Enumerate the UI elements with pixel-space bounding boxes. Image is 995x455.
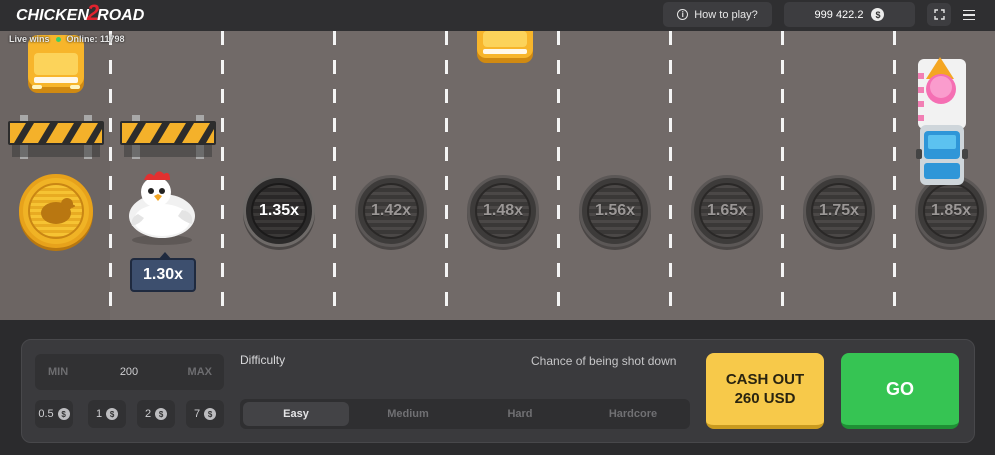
- chip-value: 7: [193, 408, 201, 420]
- bet-amount-input[interactable]: MIN 200 MAX: [35, 354, 224, 390]
- balance-display: 999 422.2 $: [784, 2, 915, 27]
- go-label: GO: [885, 378, 914, 399]
- quick-bet-chip[interactable]: 2 $: [137, 400, 175, 428]
- chip-value: 2: [144, 408, 152, 420]
- start-coin-icon: [19, 174, 93, 248]
- lane-divider: [893, 31, 896, 320]
- lane-divider: [781, 31, 784, 320]
- cash-out-button[interactable]: CASH OUT 260 USD: [706, 353, 824, 429]
- multiplier-label: 1.48x: [482, 202, 524, 219]
- dollar-coin-icon: $: [204, 408, 217, 420]
- how-to-play-button[interactable]: i How to play?: [663, 2, 772, 27]
- top-bar: CHICKEN 2 ROAD i How to play? 999 422.2 …: [0, 0, 995, 31]
- game-road: 1.30x 1.35x 1.42x 1.48x 1.56x 1.65x 1.75…: [0, 31, 995, 320]
- online-count: Online: 11798: [66, 34, 125, 44]
- online-dot-icon: [55, 36, 61, 42]
- difficulty-option-easy[interactable]: Easy: [243, 402, 349, 426]
- dollar-coin-icon: $: [155, 408, 168, 420]
- lane-divider: [109, 31, 112, 320]
- lane-divider: [557, 31, 560, 320]
- live-wins-label[interactable]: Live wins: [9, 34, 50, 44]
- quick-bet-chip[interactable]: 1 $: [88, 400, 126, 428]
- game-logo: CHICKEN 2 ROAD: [16, 0, 145, 27]
- multiplier-label: 1.56x: [594, 202, 636, 219]
- multiplier-label: 1.42x: [370, 202, 412, 219]
- lane-divider: [221, 31, 224, 320]
- manhole-step[interactable]: 1.48x: [467, 175, 539, 247]
- manhole-step[interactable]: 1.56x: [579, 175, 651, 247]
- hamburger-icon-line: [963, 14, 975, 16]
- chip-value: 1: [95, 408, 103, 420]
- logo-text-road: ROAD: [97, 7, 145, 24]
- hamburger-icon-line: [963, 18, 975, 21]
- current-multiplier-tag: 1.30x: [130, 252, 196, 292]
- quick-bet-chip[interactable]: 7 $: [186, 400, 224, 428]
- manhole-step[interactable]: 1.42x: [355, 175, 427, 247]
- dollar-coin-icon: $: [106, 408, 119, 420]
- multiplier-label: 1.85x: [930, 202, 972, 219]
- hamburger-icon-line: [963, 9, 975, 12]
- multiplier-label: 1.65x: [706, 202, 748, 219]
- info-icon: i: [677, 9, 689, 20]
- difficulty-label: Difficulty: [240, 353, 286, 367]
- multiplier-label: 1.35x: [258, 202, 300, 219]
- multiplier-label: 1.75x: [818, 202, 860, 219]
- chicken-icon: [129, 171, 195, 245]
- cash-out-label: CASH OUT: [725, 371, 805, 388]
- yellow-car-icon: [477, 31, 533, 63]
- max-bet-button[interactable]: MAX: [188, 354, 212, 390]
- lane-divider: [669, 31, 672, 320]
- difficulty-option-hard[interactable]: Hard: [467, 399, 573, 429]
- ice-cream-truck-icon: [916, 57, 968, 185]
- lane-divider: [445, 31, 448, 320]
- how-to-play-label: How to play?: [694, 8, 758, 21]
- chicken-silhouette-icon: [41, 198, 75, 224]
- live-info: Live wins Online: 11798: [9, 34, 125, 44]
- cash-out-amount: 260 USD: [734, 390, 796, 407]
- road-barrier-icon: [8, 115, 104, 159]
- manhole-step[interactable]: 1.65x: [691, 175, 763, 247]
- currency-icon: $: [871, 8, 885, 21]
- dollar-coin-icon: $: [57, 408, 70, 420]
- manhole-step[interactable]: 1.35x: [243, 175, 315, 247]
- balance-value: 999 422.2: [814, 8, 864, 21]
- quick-bet-chip[interactable]: 0.5 $: [35, 400, 73, 428]
- chip-value: 0.5: [38, 408, 54, 420]
- difficulty-option-hardcore[interactable]: Hardcore: [579, 399, 687, 429]
- bet-value[interactable]: 200: [105, 354, 153, 390]
- min-bet-button[interactable]: MIN: [48, 354, 68, 390]
- difficulty-option-medium[interactable]: Medium: [355, 399, 461, 429]
- manhole-step[interactable]: 1.75x: [803, 175, 875, 247]
- logo-text-chicken: CHICKEN: [16, 7, 89, 24]
- fullscreen-icon: [933, 9, 945, 20]
- lane-divider: [333, 31, 336, 320]
- go-button[interactable]: GO: [841, 353, 959, 429]
- road-barrier-icon: [120, 115, 216, 159]
- menu-button[interactable]: [958, 4, 980, 26]
- chance-label: Chance of being shot down: [531, 354, 677, 368]
- fullscreen-button[interactable]: [927, 3, 951, 26]
